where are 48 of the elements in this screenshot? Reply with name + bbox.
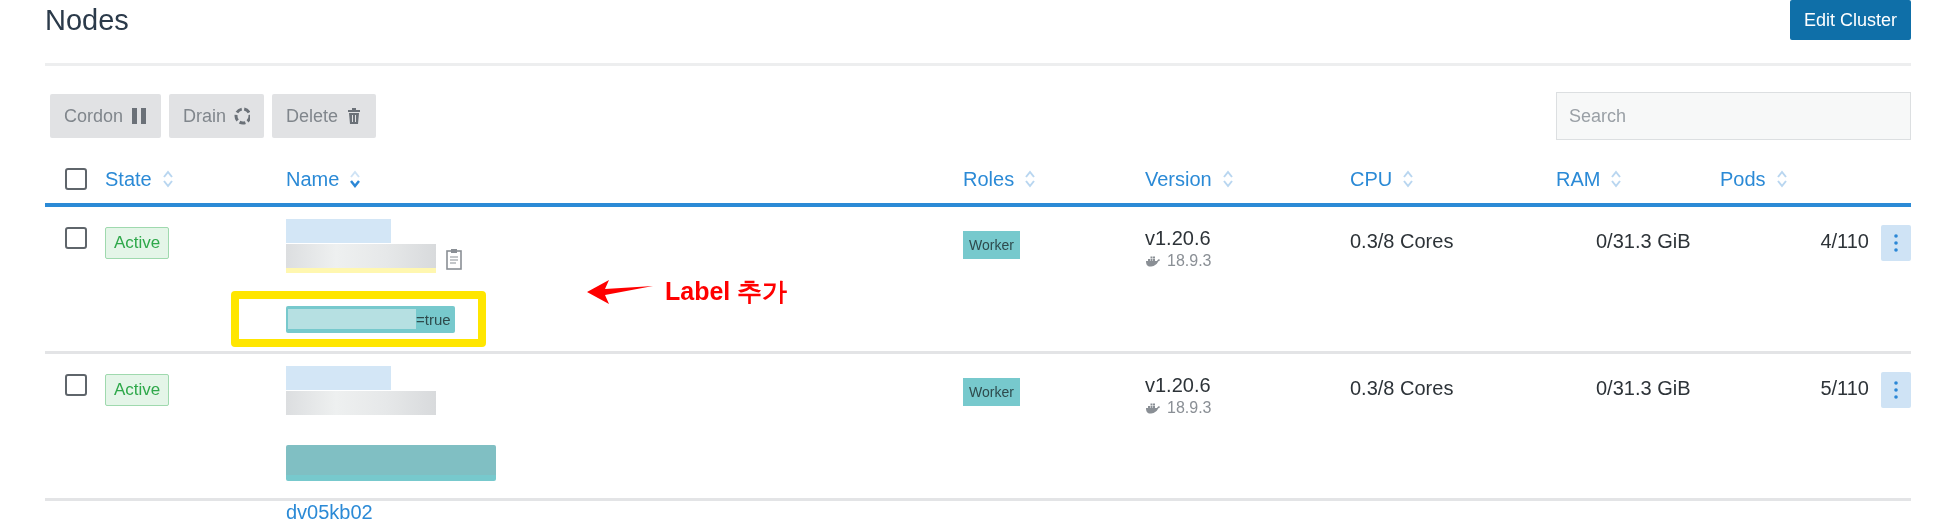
column-header[interactable]: Pods <box>1720 167 1788 191</box>
sort-icon <box>161 169 174 189</box>
trash-icon <box>346 107 363 125</box>
column-header[interactable]: State <box>105 167 174 191</box>
whale-icon <box>1145 255 1161 267</box>
pause-icon <box>131 107 148 125</box>
more-menu-icon <box>1881 225 1911 261</box>
docker-version: 18.9.3 <box>1167 252 1212 270</box>
annotation-text: Label 추가 <box>665 276 788 307</box>
checkbox[interactable] <box>65 374 87 396</box>
cpu-value: 0.3/8 Cores <box>1350 376 1454 400</box>
checkbox[interactable] <box>65 227 87 249</box>
column-header[interactable]: Name <box>286 167 362 191</box>
page-title: Nodes <box>45 3 129 37</box>
checkbox[interactable] <box>65 168 87 190</box>
action-button[interactable]: Delete <box>272 94 377 138</box>
column-header[interactable]: CPU <box>1350 167 1415 191</box>
pods-value: 5/110 <box>1820 376 1869 400</box>
column-header[interactable]: Roles <box>963 167 1037 191</box>
label-text: =true <box>416 310 451 328</box>
whale-icon <box>1145 402 1161 414</box>
sort-icon <box>1221 169 1234 189</box>
pods-value: 4/110 <box>1820 229 1869 253</box>
cpu-value: 0.3/8 Cores <box>1350 229 1454 253</box>
edit-cluster-button[interactable]: Edit Cluster <box>1789 0 1911 40</box>
ram-value: 0/31.3 GiB <box>1596 376 1691 400</box>
search-field[interactable]: Search <box>1556 92 1911 140</box>
status-badge: Active <box>105 374 170 406</box>
column-header[interactable]: Version <box>1145 167 1234 191</box>
role-tag: Worker <box>963 378 1020 406</box>
column-header[interactable]: RAM <box>1556 167 1623 191</box>
docker-version: 18.9.3 <box>1167 399 1212 417</box>
clipboard-icon <box>446 247 464 270</box>
node-name-link[interactable]: dv05kb02 <box>286 501 373 521</box>
sort-icon <box>1024 169 1037 189</box>
sort-icon <box>1775 169 1788 189</box>
sort-icon <box>1610 169 1623 189</box>
action-button[interactable]: Cordon <box>50 94 162 138</box>
version-text: v1.20.6 <box>1145 227 1212 250</box>
more-menu-icon <box>1881 372 1911 408</box>
status-badge: Active <box>105 227 170 259</box>
version-text: v1.20.6 <box>1145 374 1212 397</box>
action-button[interactable]: Drain <box>169 94 265 138</box>
role-tag: Worker <box>963 231 1020 259</box>
ram-value: 0/31.3 GiB <box>1596 229 1691 253</box>
sort-icon <box>349 169 362 189</box>
sort-icon <box>1402 169 1415 189</box>
spinner-icon <box>234 107 251 125</box>
